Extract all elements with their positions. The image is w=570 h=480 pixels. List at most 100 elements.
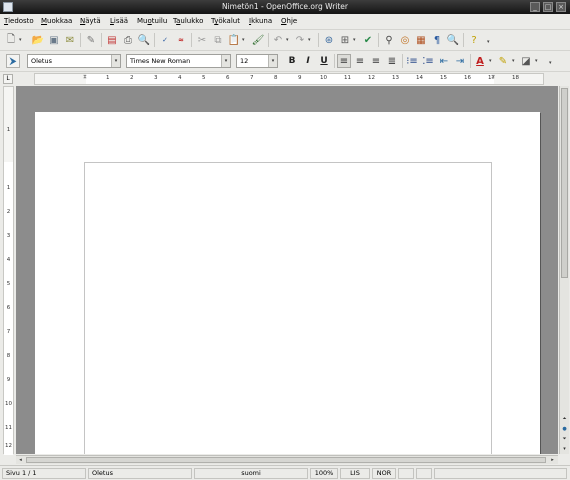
menu-lisaa[interactable]: Lisää xyxy=(110,17,128,25)
styles-formatting-icon[interactable]: ⮞ xyxy=(6,54,20,68)
next-page-icon[interactable]: ⏷ xyxy=(560,435,569,444)
highlighting-dropdown-icon[interactable]: ▾ xyxy=(512,58,515,64)
paragraph-style-combo[interactable]: Oletus ▾ xyxy=(27,54,121,68)
menu-ikkuna[interactable]: Ikkuna xyxy=(249,17,272,25)
new-dropdown-icon[interactable]: ▾ xyxy=(19,37,22,43)
chevron-down-icon[interactable]: ▾ xyxy=(111,55,120,67)
selection-mode-indicator[interactable]: NOR xyxy=(372,468,396,479)
ruler-tick-label: 7 xyxy=(6,329,11,335)
navigator-icon[interactable]: ◎ xyxy=(398,33,412,47)
menu-nayta[interactable]: Näytä xyxy=(80,17,101,25)
copy-icon[interactable]: ⧉ xyxy=(211,33,225,47)
font-color-dropdown-icon[interactable]: ▾ xyxy=(489,58,492,64)
tab-stop-selector[interactable]: L xyxy=(3,74,13,84)
insert-mode-indicator[interactable]: LIS xyxy=(340,468,370,479)
table-icon[interactable]: ⊞ xyxy=(338,33,352,47)
vertical-ruler[interactable]: 1 1 2 3 4 5 6 7 8 9 10 11 12 xyxy=(3,86,14,455)
scroll-left-icon[interactable]: ◂ xyxy=(16,456,25,464)
scroll-right-icon[interactable]: ▸ xyxy=(548,456,557,464)
page-preview-icon[interactable]: 🔍 xyxy=(137,33,151,47)
justify-icon[interactable]: ≣ xyxy=(385,54,399,68)
find-replace-icon[interactable]: ⚲ xyxy=(382,33,396,47)
background-color-icon[interactable]: ◪ xyxy=(519,54,533,68)
ruler-tick-label: 4 xyxy=(178,75,182,81)
table-dropdown-icon[interactable]: ▾ xyxy=(353,37,356,43)
horizontal-scroll-thumb[interactable] xyxy=(26,457,546,463)
page-style-indicator[interactable]: Oletus xyxy=(88,468,192,479)
zoom-icon[interactable]: 🔍 xyxy=(446,33,460,47)
hyperlink-icon[interactable]: ⊛ xyxy=(322,33,336,47)
digital-signature-indicator[interactable] xyxy=(416,468,432,479)
background-color-dropdown-icon[interactable]: ▾ xyxy=(535,58,538,64)
document-modified-indicator[interactable] xyxy=(398,468,414,479)
print-icon[interactable]: ⎙ xyxy=(121,33,135,47)
email-icon[interactable]: ✉ xyxy=(63,33,77,47)
navigation-icon[interactable]: ● xyxy=(560,425,569,434)
edit-file-icon[interactable]: ✎ xyxy=(84,33,98,47)
ruler-tick-label: 6 xyxy=(226,75,230,81)
clone-format-icon[interactable]: 🖌 xyxy=(251,33,265,47)
vertical-scroll-thumb[interactable] xyxy=(561,88,568,278)
align-left-icon[interactable]: ≡ xyxy=(337,54,351,68)
undo-dropdown-icon[interactable]: ▾ xyxy=(286,37,289,43)
standard-toolbar: 🗋 ▾ 📂 ▣ ✉ ✎ ▤ ⎙ 🔍 ✓ ≈ ✂ ⧉ 📋 ▾ 🖌 ↶ ▾ ↷ ▾ … xyxy=(0,29,570,49)
autospellcheck-icon[interactable]: ≈ xyxy=(174,33,188,47)
menu-taulukko[interactable]: Taulukko xyxy=(173,17,203,25)
page-indicator[interactable]: Sivu 1 / 1 xyxy=(2,468,86,479)
paste-dropdown-icon[interactable]: ▾ xyxy=(242,37,245,43)
font-color-icon[interactable]: A xyxy=(473,54,487,68)
align-right-icon[interactable]: ≡ xyxy=(369,54,383,68)
language-indicator[interactable]: suomi xyxy=(194,468,308,479)
toolbar-options-icon[interactable]: ▾ xyxy=(549,60,552,66)
horizontal-ruler[interactable]: 1 2 3 4 5 6 7 8 9 10 11 12 13 14 15 16 1… xyxy=(34,73,544,85)
font-name-value: Times New Roman xyxy=(130,57,191,65)
maximize-icon[interactable]: □ xyxy=(543,2,553,12)
menu-muotoilu[interactable]: Muotuilu xyxy=(137,17,167,25)
decrease-indent-icon[interactable]: ⇤ xyxy=(437,54,451,68)
ruler-tick-label: 8 xyxy=(6,353,11,359)
zoom-indicator[interactable]: 100% xyxy=(310,468,338,479)
toolbar-separator xyxy=(334,54,335,68)
horizontal-scrollbar[interactable]: ◂ ▸ xyxy=(16,455,558,464)
undo-icon[interactable]: ↶ xyxy=(271,33,285,47)
gallery-icon[interactable]: ▦ xyxy=(414,33,428,47)
close-icon[interactable]: × xyxy=(556,2,566,12)
menu-tiedosto[interactable]: Tiedosto xyxy=(4,17,34,25)
chevron-down-icon[interactable]: ▾ xyxy=(221,55,230,67)
save-icon[interactable]: ▣ xyxy=(47,33,61,47)
left-indent-marker[interactable]: ⧗ xyxy=(83,74,87,81)
previous-page-icon[interactable]: ⏶ xyxy=(560,415,569,424)
redo-dropdown-icon[interactable]: ▾ xyxy=(308,37,311,43)
font-name-combo[interactable]: Times New Roman ▾ xyxy=(126,54,231,68)
export-pdf-icon[interactable]: ▤ xyxy=(105,33,119,47)
increase-indent-icon[interactable]: ⇥ xyxy=(453,54,467,68)
bullets-icon[interactable]: ⁚≡ xyxy=(421,54,435,68)
font-size-combo[interactable]: 12 ▾ xyxy=(236,54,278,68)
align-center-icon[interactable]: ≡ xyxy=(353,54,367,68)
menu-tyokalut[interactable]: Työkalut xyxy=(211,17,240,25)
minimize-icon[interactable]: _ xyxy=(530,2,540,12)
paste-icon[interactable]: 📋 xyxy=(227,33,241,47)
open-icon[interactable]: 📂 xyxy=(31,33,45,47)
show-draw-functions-icon[interactable]: ✔ xyxy=(361,33,375,47)
nonprinting-chars-icon[interactable]: ¶ xyxy=(430,33,444,47)
redo-icon[interactable]: ↷ xyxy=(293,33,307,47)
help-icon[interactable]: ? xyxy=(467,33,481,47)
italic-icon[interactable]: I xyxy=(301,54,315,68)
spellcheck-icon[interactable]: ✓ xyxy=(158,33,172,47)
underline-icon[interactable]: U xyxy=(317,54,331,68)
numbering-icon[interactable]: ⁝≡ xyxy=(405,54,419,68)
menu-ohje[interactable]: Ohje xyxy=(281,17,297,25)
menu-muokkaa[interactable]: Muokkaa xyxy=(41,17,72,25)
cut-icon[interactable]: ✂ xyxy=(195,33,209,47)
vertical-scrollbar[interactable]: ⏶ ● ⏷ ▾ xyxy=(559,86,569,454)
scroll-down-icon[interactable]: ▾ xyxy=(560,445,569,454)
bold-icon[interactable]: B xyxy=(285,54,299,68)
chevron-down-icon[interactable]: ▾ xyxy=(268,55,277,67)
toolbar-options-icon[interactable]: ▾ xyxy=(487,39,490,45)
highlighting-icon[interactable]: ✎ xyxy=(496,54,510,68)
text-boundaries[interactable] xyxy=(84,162,492,454)
document-page[interactable] xyxy=(35,112,540,454)
right-indent-marker[interactable]: ⧗ xyxy=(491,74,495,81)
new-icon[interactable]: 🗋 xyxy=(4,33,18,47)
